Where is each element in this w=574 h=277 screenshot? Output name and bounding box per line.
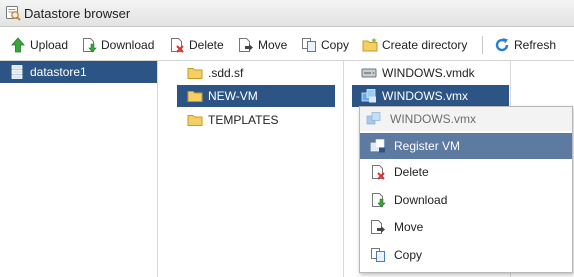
folder-item-new-vm[interactable]: NEW-VM	[177, 85, 335, 107]
upload-button[interactable]: Upload	[10, 36, 68, 54]
folder-item-templates[interactable]: TEMPLATES	[187, 109, 335, 131]
move-label: Move	[258, 38, 288, 52]
datastore-search-icon	[6, 6, 21, 21]
toolbar: Upload Download Delete Move Copy Create …	[0, 27, 574, 61]
menu-item-label: Download	[394, 193, 448, 207]
folder-label: NEW-VM	[208, 89, 258, 103]
vm-config-icon	[361, 89, 376, 103]
context-menu: WINDOWS.vmx Register VM Delete Download …	[359, 106, 573, 273]
folder-list: .sdd.sf NEW-VM TEMPLATES	[158, 61, 344, 277]
menu-item-label: Delete	[394, 165, 429, 179]
datastore-list: datastore1	[0, 61, 158, 277]
menu-item-label: Register VM	[394, 139, 461, 153]
datastore-label: datastore1	[30, 65, 87, 79]
menu-item-move[interactable]: Move	[360, 214, 572, 240]
menu-item-copy[interactable]: Copy	[360, 242, 572, 268]
folder-icon	[187, 68, 203, 79]
refresh-button[interactable]: Refresh	[494, 36, 556, 54]
menu-item-register-vm[interactable]: Register VM	[360, 133, 572, 159]
datastore-icon	[11, 65, 23, 79]
delete-label: Delete	[189, 38, 224, 52]
move-icon	[239, 38, 253, 52]
move-button[interactable]: Move	[238, 36, 287, 54]
menu-item-label: Copy	[394, 248, 423, 262]
toolbar-separator	[482, 36, 483, 54]
download-button[interactable]: Download	[81, 36, 154, 54]
file-item-vmx[interactable]: WINDOWS.vmx	[352, 85, 509, 107]
refresh-icon	[495, 38, 509, 52]
download-label: Download	[101, 38, 155, 52]
new-folder-icon	[362, 37, 378, 52]
datastore-item[interactable]: datastore1	[0, 61, 157, 83]
create-directory-label: Create directory	[382, 38, 468, 52]
window-title: Datastore browser	[24, 6, 131, 21]
menu-item-download[interactable]: Download	[360, 187, 572, 213]
register-vm-icon	[370, 139, 385, 153]
delete-icon	[171, 38, 184, 53]
copy-icon	[302, 38, 316, 52]
upload-icon	[11, 37, 25, 53]
download-icon	[372, 193, 386, 208]
folder-icon	[187, 91, 203, 102]
disk-icon	[361, 68, 377, 78]
folder-icon	[187, 115, 203, 126]
file-label: WINDOWS.vmdk	[382, 66, 475, 80]
vm-config-icon	[366, 112, 381, 125]
delete-button[interactable]: Delete	[169, 36, 224, 54]
file-label: WINDOWS.vmx	[382, 89, 468, 103]
context-menu-title: WINDOWS.vmx	[390, 112, 476, 126]
delete-icon	[372, 165, 385, 180]
context-menu-header: WINDOWS.vmx	[360, 107, 572, 131]
copy-icon	[371, 248, 385, 262]
folder-label: TEMPLATES	[208, 113, 279, 127]
folder-item-sdd-sf[interactable]: .sdd.sf	[187, 62, 335, 84]
upload-label: Upload	[30, 38, 69, 52]
folder-label: .sdd.sf	[208, 66, 244, 80]
title-bar: Datastore browser	[0, 0, 574, 27]
file-item-vmdk[interactable]: WINDOWS.vmdk	[361, 62, 506, 84]
refresh-label: Refresh	[514, 38, 557, 52]
download-icon	[83, 38, 97, 53]
menu-item-delete[interactable]: Delete	[360, 159, 572, 185]
copy-label: Copy	[321, 38, 350, 52]
copy-button[interactable]: Copy	[301, 36, 349, 54]
create-directory-button[interactable]: Create directory	[362, 36, 467, 54]
menu-item-label: Move	[394, 220, 424, 234]
move-icon	[371, 220, 385, 234]
